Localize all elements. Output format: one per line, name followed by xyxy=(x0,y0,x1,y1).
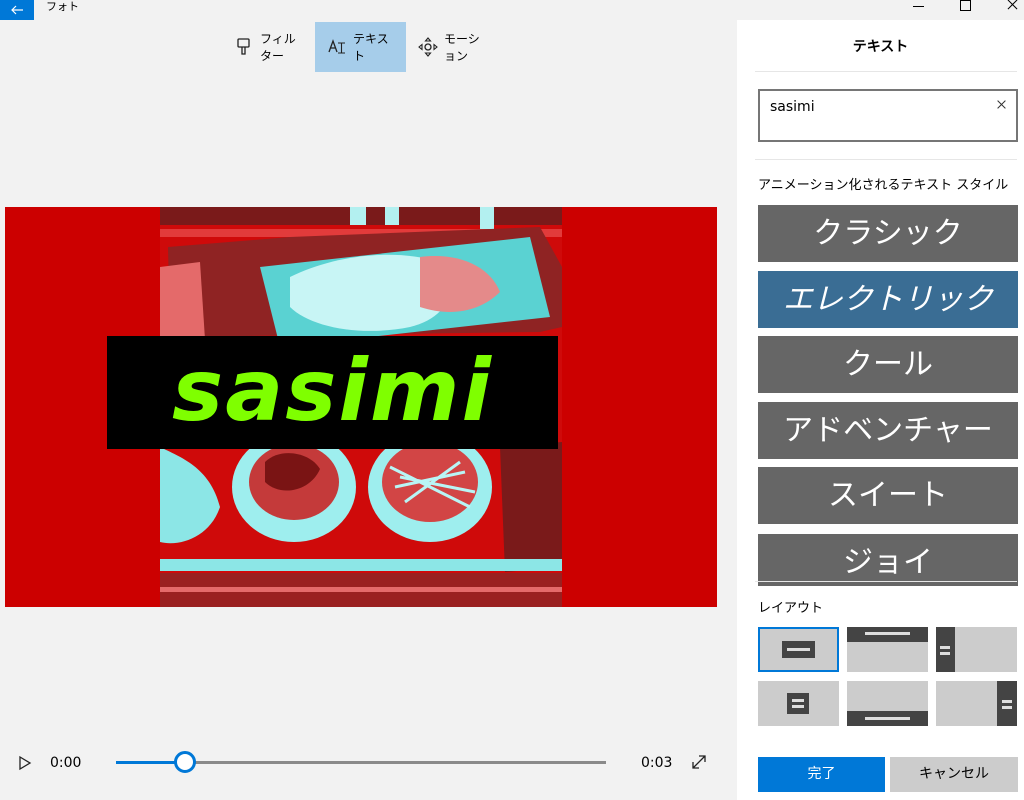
layout-label: レイアウト xyxy=(758,601,824,616)
motion-tab-label: モーション xyxy=(444,32,480,63)
panel-title: テキスト xyxy=(852,39,909,55)
style-item-electric[interactable]: エレクトリック xyxy=(758,271,1018,328)
fullscreen-button[interactable] xyxy=(690,753,708,771)
divider xyxy=(755,159,1017,160)
layout-grid xyxy=(758,627,1018,729)
filter-tab-label: フィルター xyxy=(260,32,296,63)
video-preview: sasimi xyxy=(5,207,717,607)
app-title: フォト xyxy=(46,0,79,13)
back-button[interactable] xyxy=(0,0,34,20)
title-overlay-text: sasimi xyxy=(172,341,493,441)
arrow-left-icon xyxy=(11,5,23,15)
total-time: 0:03 xyxy=(641,755,673,771)
layout-bottom-banner[interactable] xyxy=(847,681,928,726)
text-icon xyxy=(327,37,347,57)
title-overlay: sasimi xyxy=(107,336,558,449)
filter-icon xyxy=(234,37,254,57)
text-panel: テキスト アニメーション化されるテキスト スタイル クラシック エレクトリック … xyxy=(737,20,1024,800)
style-item-sweet[interactable]: スイート xyxy=(758,467,1018,524)
filter-tab[interactable]: フィルター xyxy=(222,22,315,72)
play-icon xyxy=(19,755,32,771)
text-input[interactable] xyxy=(770,97,970,117)
layout-bottom-icon xyxy=(847,711,928,726)
style-item-classic[interactable]: クラシック xyxy=(758,205,1018,262)
expand-icon xyxy=(692,755,706,769)
layout-center-large[interactable] xyxy=(758,627,839,672)
divider xyxy=(755,71,1017,72)
close-window-button[interactable] xyxy=(990,0,1024,20)
layout-center-small-icon xyxy=(787,693,809,714)
layout-right-icon xyxy=(997,681,1017,726)
text-tab-label: テキスト xyxy=(353,32,389,63)
minimize-button[interactable] xyxy=(896,0,942,20)
divider xyxy=(755,581,1017,582)
current-time: 0:00 xyxy=(50,755,82,771)
style-item-joy[interactable]: ジョイ xyxy=(758,534,1018,586)
layout-left-icon xyxy=(936,627,955,672)
text-tab[interactable]: テキスト xyxy=(315,22,406,72)
layout-right-bar[interactable] xyxy=(936,681,1017,726)
layout-top-icon xyxy=(847,627,928,642)
style-item-adventure[interactable]: アドベンチャー xyxy=(758,402,1018,459)
maximize-button[interactable] xyxy=(943,0,989,20)
text-input-box[interactable] xyxy=(758,89,1018,142)
layout-left-bar[interactable] xyxy=(936,627,1017,672)
layout-top-banner[interactable] xyxy=(847,627,928,672)
style-item-cool[interactable]: クール xyxy=(758,336,1018,393)
styles-list[interactable]: クラシック エレクトリック クール アドベンチャー スイート ジョイ xyxy=(758,205,1018,586)
layout-center-small[interactable] xyxy=(758,681,839,726)
cancel-button[interactable]: キャンセル xyxy=(890,757,1018,792)
motion-icon xyxy=(418,37,438,57)
play-button[interactable] xyxy=(18,755,32,771)
motion-tab[interactable]: モーション xyxy=(406,22,502,72)
clear-text-button[interactable] xyxy=(994,97,1010,113)
title-bar: フォト xyxy=(0,0,1024,20)
layout-center-icon xyxy=(782,641,815,658)
done-button[interactable]: 完了 xyxy=(758,757,885,792)
styles-label: アニメーション化されるテキスト スタイル xyxy=(758,178,1009,193)
seek-bar-thumb[interactable] xyxy=(173,751,196,773)
edit-toolbar: フィルター テキスト モーション xyxy=(222,22,502,72)
